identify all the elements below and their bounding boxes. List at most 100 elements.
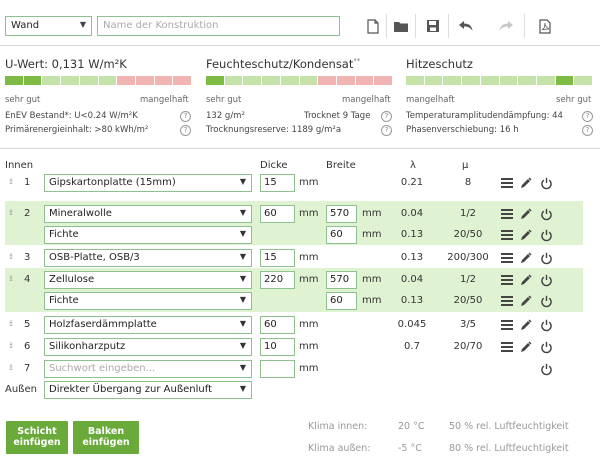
material-value: Silikonharzputz [49,341,126,352]
material-select[interactable]: Mineralwolle ▼ [44,205,252,223]
power-toggle-icon[interactable] [539,228,553,242]
header-dicke: Dicke [260,160,288,171]
drag-handle-icon[interactable]: ⁞⁞ [9,274,13,283]
thickness-input[interactable]: 15 [260,249,295,267]
construction-type-select[interactable]: Wand ▼ [5,16,92,36]
menu-icon[interactable] [500,340,514,354]
klima-aussen-humidity[interactable]: 80 % rel. Luftfeuchtigkeit [449,443,569,454]
drag-handle-icon[interactable]: ⁞⁞ [9,319,13,328]
thickness-input[interactable]: 220 [260,271,295,289]
edit-icon[interactable] [519,294,533,308]
power-toggle-icon[interactable] [539,176,553,190]
edit-icon[interactable] [519,318,533,332]
uwert-left-label: sehr gut [5,95,41,105]
power-toggle-icon[interactable] [539,207,553,221]
thickness-input[interactable] [260,360,295,378]
drag-handle-icon[interactable]: ⁞⁞ [9,177,13,186]
edit-icon[interactable] [519,273,533,287]
lambda-value: 0.13 [400,229,424,240]
edit-icon[interactable] [519,251,533,265]
power-toggle-icon[interactable] [539,340,553,354]
menu-icon[interactable] [500,251,514,265]
material-select[interactable]: Silikonharzputz ▼ [44,338,252,356]
klima-innen-temp[interactable]: 20 °C [398,421,425,432]
help-icon[interactable]: ? [381,125,392,136]
power-toggle-icon[interactable] [539,251,553,265]
menu-icon[interactable] [500,318,514,332]
material-select[interactable]: Fichte ▼ [44,226,252,244]
material-value: Suchwort eingeben... [49,363,156,374]
width-input[interactable]: 570 [326,205,357,223]
header-breite: Breite [326,160,356,171]
help-icon[interactable]: ? [381,111,392,122]
material-select[interactable]: Zellulose ▼ [44,271,252,289]
help-icon[interactable]: ? [180,111,191,122]
new-file-icon[interactable] [361,14,385,38]
menu-icon[interactable] [500,176,514,190]
material-select[interactable]: OSB-Platte, OSB/3 ▼ [44,249,252,267]
open-folder-icon[interactable] [389,14,413,38]
mu-value: 8 [464,177,472,188]
drag-handle-icon[interactable]: ⁞⁞ [9,363,13,372]
layer-number: 7 [24,363,31,374]
uwert-primary-energy: Primärenergieinhalt: >80 kWh/m² [5,125,149,135]
material-value: OSB-Platte, OSB/3 [49,252,140,263]
chevron-down-icon: ▼ [239,252,246,261]
pdf-export-icon[interactable] [533,14,557,38]
feuchte-left-label: sehr gut [206,95,242,105]
help-icon[interactable]: ? [582,125,593,136]
help-icon[interactable]: ? [180,125,191,136]
menu-icon[interactable] [500,207,514,221]
chevron-down-icon: ▼ [239,229,246,238]
menu-icon[interactable] [500,273,514,287]
outer-boundary-select[interactable]: Direkter Übergang zur Außenluft ▼ [44,381,252,399]
thickness-unit: mm [299,274,319,285]
power-toggle-icon[interactable] [539,318,553,332]
menu-icon[interactable] [500,294,514,308]
insert-beam-button[interactable]: Balken einfügen [73,421,139,454]
material-select[interactable]: Suchwort eingeben... ▼ [44,360,252,378]
power-toggle-icon[interactable] [539,273,553,287]
redo-icon[interactable] [494,14,518,38]
menu-icon[interactable] [500,228,514,242]
width-input[interactable]: 60 [326,226,357,244]
mu-value: 20/70 [453,341,483,352]
layer-number: 2 [24,208,31,219]
header-mu: μ [462,160,469,171]
edit-icon[interactable] [519,207,533,221]
edit-icon[interactable] [519,176,533,190]
help-icon[interactable]: ? [582,111,593,122]
edit-icon[interactable] [519,340,533,354]
thickness-input[interactable]: 10 [260,338,295,356]
save-icon[interactable] [421,14,445,38]
drag-handle-icon[interactable]: ⁞⁞ [9,252,13,261]
power-toggle-icon[interactable] [539,294,553,308]
drag-handle-icon[interactable]: ⁞⁞ [9,341,13,350]
lambda-value: 0.13 [400,252,424,263]
klima-innen-humidity[interactable]: 50 % rel. Luftfeuchtigkeit [449,421,569,432]
insert-layer-button[interactable]: Schicht einfügen [6,421,68,454]
material-select[interactable]: Gipskartonplatte (15mm) ▼ [44,174,252,192]
material-select[interactable]: Holzfaserdämmplatte ▼ [44,316,252,334]
aussen-label: Außen [5,384,37,395]
thickness-unit: mm [299,319,319,330]
toolbar-divider [448,14,449,38]
width-unit: mm [362,295,382,306]
power-toggle-icon[interactable] [539,362,553,376]
thickness-input[interactable]: 60 [260,205,295,223]
layer-number: 4 [24,274,31,285]
thickness-input[interactable]: 60 [260,316,295,334]
width-input[interactable]: 570 [326,271,357,289]
undo-icon[interactable] [454,14,478,38]
drag-handle-icon[interactable]: ⁞⁞ [9,208,13,217]
toolbar-divider [415,14,416,38]
chevron-down-icon: ▼ [239,363,246,372]
edit-icon[interactable] [519,228,533,242]
material-select[interactable]: Fichte ▼ [44,292,252,310]
thickness-input[interactable]: 15 [260,174,295,192]
klima-aussen-temp[interactable]: -5 °C [398,443,422,454]
width-input[interactable]: 60 [326,292,357,310]
material-value: Gipskartonplatte (15mm) [49,177,176,188]
construction-name-input[interactable]: Name der Konstruktion [97,16,340,36]
width-unit: mm [362,208,382,219]
